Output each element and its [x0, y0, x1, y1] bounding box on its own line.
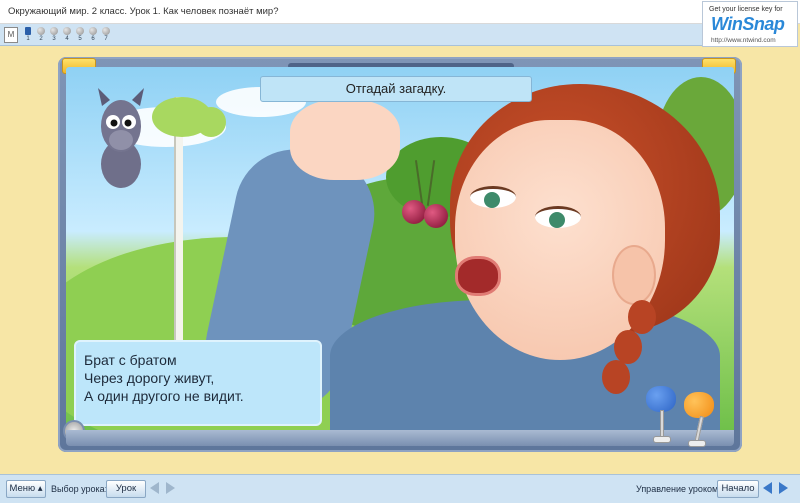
girl-ear: [612, 245, 656, 305]
step-dot[interactable]: 1: [24, 27, 32, 43]
step-dot-icon: [25, 27, 31, 35]
step-dot-icon: [63, 27, 71, 35]
lesson-steps-bar: M 1 2 3 4 5 6 7: [0, 24, 704, 46]
riddle-line: Брат с братом: [84, 352, 177, 368]
step-dot[interactable]: 7: [102, 27, 110, 43]
orange-joystick-button[interactable]: [684, 392, 714, 418]
menu-button[interactable]: Меню ▴: [6, 480, 46, 498]
cherry: [402, 200, 426, 224]
girl-braid: [628, 300, 656, 334]
menu-button-label: Меню: [9, 483, 36, 494]
bottom-toolbar: Меню ▴ Выбор урока: Урок Управление урок…: [0, 474, 800, 503]
girl-eye-right: [535, 206, 581, 228]
creature-character: [98, 88, 144, 188]
step-dot[interactable]: 2: [37, 27, 45, 43]
step-dot-icon: [50, 27, 58, 35]
riddle-line: Через дорогу живут,: [84, 370, 215, 386]
step-number: 4: [65, 36, 69, 42]
window-title: Окружающий мир. 2 класс. Урок 1. Как чел…: [8, 6, 279, 17]
arrow-left-icon[interactable]: [763, 482, 777, 496]
lesson-control-label: Управление уроком:: [636, 484, 721, 494]
step-dot-icon: [76, 27, 84, 35]
watermark-brand: WinSnap: [711, 14, 785, 34]
step-number: 3: [52, 36, 56, 42]
birch-leaves: [196, 107, 226, 137]
arrow-left-icon[interactable]: [150, 482, 164, 496]
lesson-select-label: Выбор урока:: [51, 484, 108, 494]
blue-joystick-base: [653, 436, 671, 443]
riddle-line: А один другого не видит.: [84, 388, 244, 404]
step-number: 7: [104, 36, 108, 42]
lesson-button[interactable]: Урок: [106, 480, 146, 498]
step-dot-icon: [102, 27, 110, 35]
step-number: 6: [91, 36, 95, 42]
step-dot-icon: [89, 27, 97, 35]
winsnap-watermark: Get your license key for WinSnap http://…: [702, 1, 798, 47]
app-logo-icon: M: [4, 27, 18, 43]
frame-bottom-rail: [66, 430, 734, 446]
cherry: [424, 204, 448, 228]
step-number: 1: [26, 36, 30, 42]
watermark-line1: Get your license key for: [709, 6, 783, 13]
riddle-panel: Брат с братом Через дорогу живут, А один…: [74, 340, 322, 426]
slide-caption: Отгадай загадку.: [260, 76, 532, 102]
step-dot[interactable]: 5: [76, 27, 84, 43]
girl-hand: [290, 100, 400, 180]
start-button[interactable]: Начало: [717, 480, 759, 498]
step-dot[interactable]: 6: [89, 27, 97, 43]
step-number: 5: [78, 36, 82, 42]
girl-braid: [602, 360, 630, 394]
girl-mouth: [455, 256, 501, 296]
orange-joystick-base: [688, 440, 706, 447]
blue-joystick-button[interactable]: [646, 386, 676, 412]
watermark-url: http://www.ntwind.com: [711, 37, 776, 44]
girl-braid: [614, 330, 642, 364]
step-dot[interactable]: 4: [63, 27, 71, 43]
blue-joystick-lever: [660, 410, 664, 438]
step-dots: 1 2 3 4 5 6 7: [24, 27, 110, 43]
arrow-right-icon[interactable]: [166, 482, 180, 496]
step-dot[interactable]: 3: [50, 27, 58, 43]
title-bar: Окружающий мир. 2 класс. Урок 1. Как чел…: [0, 0, 800, 24]
arrow-right-icon[interactable]: [779, 482, 793, 496]
step-number: 2: [39, 36, 43, 42]
girl-eye-left: [470, 186, 516, 208]
step-dot-icon: [37, 27, 45, 35]
